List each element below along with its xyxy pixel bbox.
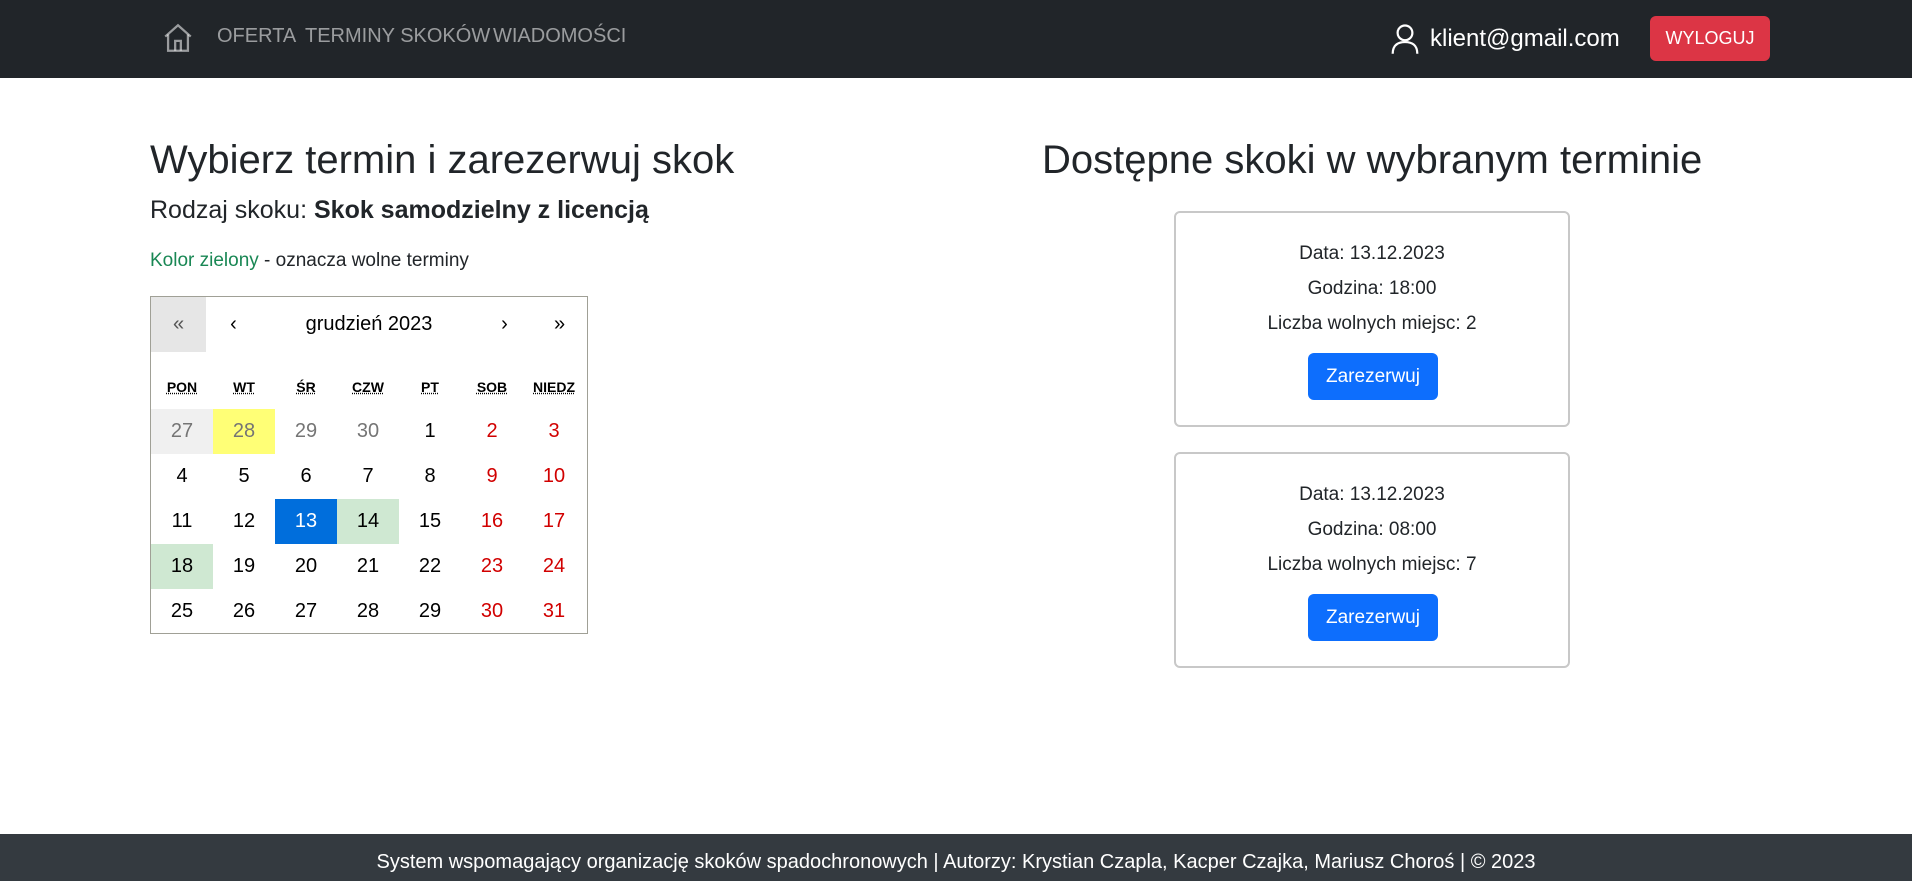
calendar-day[interactable]: 20 (275, 544, 337, 589)
calendar-day[interactable]: 21 (337, 544, 399, 589)
calendar-day[interactable]: 27 (151, 409, 213, 454)
calendar-day[interactable]: 22 (399, 544, 461, 589)
calendar-day[interactable]: 4 (151, 454, 213, 499)
calendar-day[interactable]: 29 (275, 409, 337, 454)
user-email: klient@gmail.com (1430, 25, 1620, 52)
calendar-day-available[interactable]: 18 (151, 544, 213, 589)
nav-link-oferta[interactable]: OFERTA (217, 25, 296, 48)
slot-free-seats: Liczba wolnych miejsc: 7 (1267, 554, 1477, 575)
weekday-label: ŚR (296, 379, 316, 395)
prev-month-button[interactable]: ‹ (206, 297, 261, 352)
calendar-day[interactable]: 24 (523, 544, 585, 589)
prev-year-button[interactable]: « (151, 297, 206, 352)
calendar-navigation: « ‹ grudzień 2023 › » (151, 297, 587, 352)
calendar-day[interactable]: 10 (523, 454, 585, 499)
weekday-label: CZW (352, 379, 384, 395)
calendar-weekdays: PON WT ŚR CZW PT SOB NIEDZ (151, 379, 587, 399)
jump-type-label: Rodzaj skoku: (150, 196, 308, 224)
slot-card: Data: 13.12.2023 Godzina: 08:00 Liczba w… (1174, 452, 1570, 668)
calendar-day-selected[interactable]: 13 (275, 499, 337, 544)
weekday-label: NIEDZ (533, 379, 575, 395)
legend: Kolor zielony - oznacza wolne terminy (150, 250, 469, 272)
slot-time: Godzina: 08:00 (1307, 519, 1437, 540)
calendar-day[interactable]: 27 (275, 589, 337, 634)
jump-type-value: Skok samodzielny z licencją (313, 196, 649, 224)
jump-type: Rodzaj skoku: Skok samodzielny z licencj… (150, 196, 649, 225)
calendar-day-available[interactable]: 14 (337, 499, 399, 544)
reserve-button[interactable]: Zarezerwuj (1308, 594, 1438, 641)
logout-button[interactable]: WYLOGUJ (1650, 16, 1770, 61)
calendar-day-today[interactable]: 28 (213, 409, 275, 454)
slot-date: Data: 13.12.2023 (1299, 484, 1445, 505)
weekday-label: WT (233, 379, 255, 395)
weekday-label: PT (421, 379, 439, 395)
calendar-day[interactable]: 28 (337, 589, 399, 634)
home-icon[interactable] (161, 21, 195, 55)
legend-green-label: Kolor zielony (150, 250, 259, 271)
calendar-day[interactable]: 11 (151, 499, 213, 544)
weekday-label: SOB (476, 379, 508, 395)
calendar-day[interactable]: 29 (399, 589, 461, 634)
calendar-day[interactable]: 7 (337, 454, 399, 499)
calendar-day[interactable]: 31 (523, 589, 585, 634)
slot-date: Data: 13.12.2023 (1299, 243, 1445, 264)
calendar-day[interactable]: 16 (461, 499, 523, 544)
footer-text: System wspomagający organizację skoków s… (376, 851, 1536, 873)
reserve-button[interactable]: Zarezerwuj (1308, 353, 1438, 400)
calendar-day[interactable]: 12 (213, 499, 275, 544)
nav-link-terminy[interactable]: TERMINY SKOKÓW (305, 25, 490, 48)
user-info[interactable]: klient@gmail.com (1390, 23, 1620, 55)
calendar-day[interactable]: 6 (275, 454, 337, 499)
navbar: OFERTA TERMINY SKOKÓW WIADOMOŚCI klient@… (0, 0, 1912, 78)
calendar-day[interactable]: 30 (337, 409, 399, 454)
page-title: Wybierz termin i zarezerwuj skok (150, 138, 735, 182)
calendar-day[interactable]: 9 (461, 454, 523, 499)
slot-card: Data: 13.12.2023 Godzina: 18:00 Liczba w… (1174, 211, 1570, 427)
user-icon (1391, 24, 1419, 54)
available-jumps-title: Dostępne skoki w wybranym terminie (1042, 138, 1703, 182)
calendar-day[interactable]: 2 (461, 409, 523, 454)
footer: System wspomagający organizację skoków s… (0, 834, 1912, 881)
calendar-day[interactable]: 5 (213, 454, 275, 499)
legend-text: - oznacza wolne terminy (258, 250, 469, 271)
calendar-day[interactable]: 15 (399, 499, 461, 544)
calendar-day[interactable]: 26 (213, 589, 275, 634)
calendar-day[interactable]: 17 (523, 499, 585, 544)
calendar-month-label[interactable]: grudzień 2023 (261, 297, 477, 352)
slot-free-seats: Liczba wolnych miejsc: 2 (1267, 313, 1477, 334)
next-month-button[interactable]: › (477, 297, 532, 352)
calendar-day[interactable]: 25 (151, 589, 213, 634)
calendar-day[interactable]: 30 (461, 589, 523, 634)
slot-time: Godzina: 18:00 (1307, 278, 1437, 299)
next-year-button[interactable]: » (532, 297, 587, 352)
weekday-label: PON (166, 379, 198, 395)
calendar-day[interactable]: 23 (461, 544, 523, 589)
calendar-day[interactable]: 3 (523, 409, 585, 454)
calendar: « ‹ grudzień 2023 › » PON WT ŚR CZW PT S… (150, 296, 588, 634)
nav-link-wiadomosci[interactable]: WIADOMOŚCI (493, 25, 626, 48)
calendar-day[interactable]: 19 (213, 544, 275, 589)
calendar-day[interactable]: 8 (399, 454, 461, 499)
calendar-day[interactable]: 1 (399, 409, 461, 454)
